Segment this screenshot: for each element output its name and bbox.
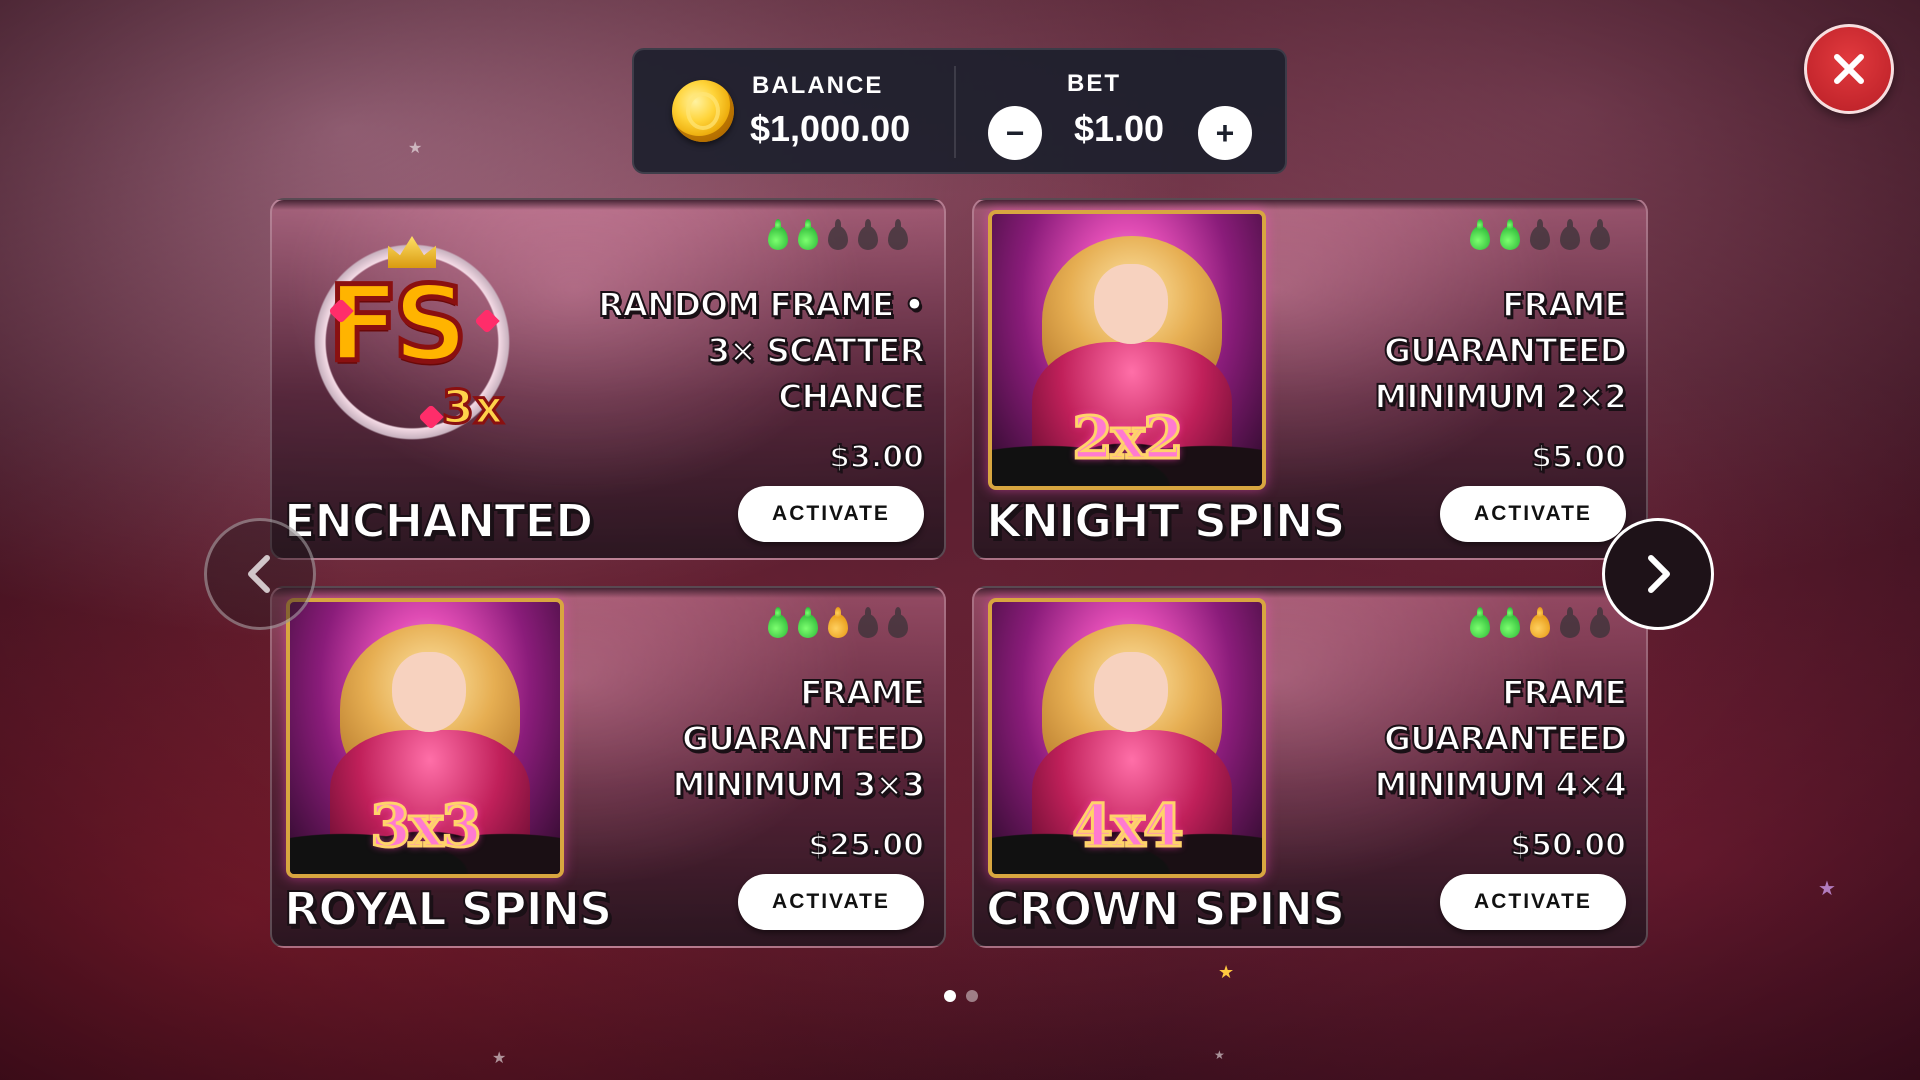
card-price: $50.00 (1509, 827, 1627, 864)
balance-value: $1,000.00 (750, 108, 911, 149)
card-price: $3.00 (828, 439, 925, 476)
sparkle-star-icon: ★ (408, 138, 423, 157)
card-price: $5.00 (1530, 439, 1627, 476)
next-page-button[interactable] (1602, 518, 1714, 630)
minus-icon: − (1005, 115, 1025, 151)
volatility-pip-icon (768, 607, 788, 638)
volatility-meter (1470, 219, 1610, 250)
volatility-pip-icon (798, 607, 818, 638)
previous-page-button[interactable] (204, 518, 316, 630)
close-button[interactable] (1804, 24, 1894, 114)
close-icon (1834, 54, 1864, 84)
page-dot-1[interactable] (944, 990, 956, 1002)
balance-bet-panel: BALANCE $1,000.00 BET − $1.00 + (632, 48, 1287, 174)
card-title: ROYAL SPINS (283, 881, 613, 937)
increase-bet-button[interactable]: + (1198, 106, 1252, 160)
sparkle-star-icon: ★ (492, 1048, 507, 1067)
card-description: FRAME GUARANTEED MINIMUM 2×2 (1373, 284, 1628, 417)
decrease-bet-button[interactable]: − (988, 106, 1042, 160)
art-face (1094, 264, 1168, 344)
volatility-pip-icon (858, 607, 878, 638)
chevron-left-icon (248, 555, 270, 593)
volatility-meter (768, 607, 908, 638)
heart-icon (418, 404, 444, 430)
volatility-pip-icon (1560, 219, 1580, 250)
heart-icon (474, 308, 500, 334)
volatility-pip-icon (828, 219, 848, 250)
card-title: KNIGHT SPINS (985, 493, 1346, 549)
queen-4x4-art-icon: 4x4 (988, 598, 1266, 878)
activate-button[interactable]: ACTIVATE (738, 874, 924, 930)
bet-label: BET (1067, 70, 1121, 97)
panel-divider (954, 66, 956, 158)
art-badge: 3x3 (369, 791, 483, 862)
sparkle-star-icon: ★ (1214, 1048, 1225, 1062)
volatility-pip-icon (888, 219, 908, 250)
queen-3x3-art-icon: 3x3 (286, 598, 564, 878)
volatility-pip-icon (1530, 219, 1550, 250)
volatility-pip-icon (1500, 607, 1520, 638)
volatility-pip-icon (798, 219, 818, 250)
volatility-pip-icon (828, 607, 848, 638)
art-face (1094, 652, 1168, 732)
queen-2x2-art-icon: 2x2 (988, 210, 1266, 490)
bonus-card-crown-spins: 4x4 FRAME GUARANTEED MINIMUM 4×4 $50.00 … (972, 586, 1648, 948)
volatility-pip-icon (1560, 607, 1580, 638)
card-title: ENCHANTED (283, 493, 594, 549)
card-description: RANDOM FRAME • 3× SCATTER CHANCE (597, 284, 926, 417)
pagination-dots (944, 990, 978, 1002)
bonus-card-knight-spins: 2x2 FRAME GUARANTEED MINIMUM 2×2 $5.00 A… (972, 198, 1648, 560)
volatility-pip-icon (1590, 219, 1610, 250)
volatility-meter (768, 219, 908, 250)
chevron-right-icon (1648, 555, 1670, 593)
card-description: FRAME GUARANTEED MINIMUM 3×3 (671, 672, 926, 805)
bonus-card-royal-spins: 3x3 FRAME GUARANTEED MINIMUM 3×3 $25.00 … (270, 586, 946, 948)
activate-button[interactable]: ACTIVATE (738, 486, 924, 542)
activate-button[interactable]: ACTIVATE (1440, 874, 1626, 930)
volatility-pip-icon (1590, 607, 1610, 638)
bet-value: $1.00 (1073, 108, 1165, 149)
volatility-pip-icon (1470, 607, 1490, 638)
page-dot-2[interactable] (966, 990, 978, 1002)
volatility-pip-icon (1530, 607, 1550, 638)
sparkle-star-icon: ★ (1818, 876, 1836, 900)
plus-icon: + (1215, 115, 1235, 151)
volatility-meter (1470, 607, 1610, 638)
volatility-pip-icon (1470, 219, 1490, 250)
art-badge: 4x4 (1071, 791, 1185, 862)
balance-label: BALANCE (752, 72, 884, 99)
logo-sub-text: 3x (441, 379, 506, 436)
coin-icon (672, 80, 734, 142)
activate-button[interactable]: ACTIVATE (1440, 486, 1626, 542)
sparkle-star-icon: ★ (1218, 962, 1235, 983)
volatility-pip-icon (1500, 219, 1520, 250)
bonus-card-enchanted: FS 3x RANDOM FRAME • 3× SCATTER CHANCE $… (270, 198, 946, 560)
art-face (392, 652, 466, 732)
logo-main-text: FS (326, 263, 471, 385)
fs-3x-logo-icon: FS 3x (302, 232, 522, 452)
volatility-pip-icon (888, 607, 908, 638)
volatility-pip-icon (858, 219, 878, 250)
card-title: CROWN SPINS (985, 881, 1346, 937)
card-price: $25.00 (807, 827, 925, 864)
art-badge: 2x2 (1071, 403, 1185, 474)
card-description: FRAME GUARANTEED MINIMUM 4×4 (1373, 672, 1628, 805)
volatility-pip-icon (768, 219, 788, 250)
